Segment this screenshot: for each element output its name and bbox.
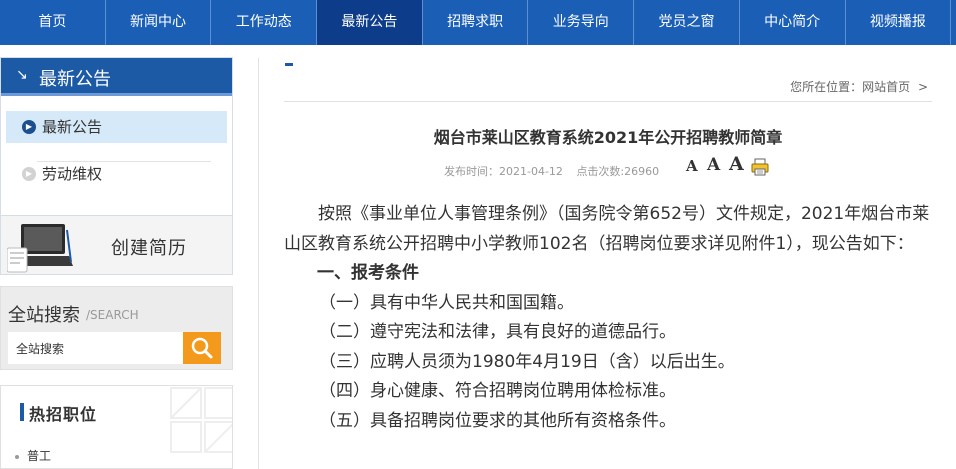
article-list-item: （二）遵守宪法和法律，具有良好的道德品行。 xyxy=(319,322,676,342)
nav-item-business-guide[interactable]: 业务导向 xyxy=(528,0,635,45)
nav-item-latest-notices[interactable]: 最新公告 xyxy=(317,0,423,45)
breadcrumb[interactable]: 您所在位置：网站首页 > xyxy=(790,78,928,95)
breadcrumb-text: 您所在位置：网站首页 xyxy=(790,80,911,94)
article-list-item: （四）身心健康、符合招聘岗位聘用体检标准。 xyxy=(319,381,676,401)
create-resume-button[interactable]: 创建简历 xyxy=(0,215,233,275)
decorative-grid-icon xyxy=(170,387,232,453)
hot-jobs-title: 热招职位 xyxy=(29,405,98,424)
hot-job-label: 普工 xyxy=(27,449,52,463)
search-input[interactable] xyxy=(8,332,183,364)
nav-item-news-center[interactable]: 新闻中心 xyxy=(106,0,212,45)
nav-item-recruitment[interactable]: 招聘求职 xyxy=(423,0,529,45)
font-size-large-button[interactable]: A xyxy=(729,153,744,175)
top-nav: 首页 新闻中心 工作动态 最新公告 招聘求职 业务导向 党员之窗 中心简介 视频… xyxy=(0,0,956,45)
article-title: 烟台市莱山区教育系统2021年公开招聘教师简章 xyxy=(433,128,783,147)
publish-time: 发布时间：2021-04-12 xyxy=(444,165,563,178)
article-meta: 发布时间：2021-04-12 点击次数:26960 xyxy=(444,163,669,179)
breadcrumb-arrow-icon: > xyxy=(917,80,928,94)
click-count: 点击次数:26960 xyxy=(576,165,660,178)
nav-item-work-updates[interactable]: 工作动态 xyxy=(211,0,318,45)
font-size-small-button[interactable]: A xyxy=(686,157,698,175)
bullet-dot-icon xyxy=(15,454,19,459)
article-list-item: （一）具有中华人民共和国国籍。 xyxy=(319,292,574,313)
arrow-down-right-icon: ↘ xyxy=(16,67,28,83)
nav-item-about[interactable]: 中心简介 xyxy=(740,0,846,45)
print-icon[interactable] xyxy=(751,158,769,176)
search-subtitle: /SEARCH xyxy=(86,308,139,322)
article-body: 按照《事业单位人事管理条例》（国务院令第652号）文件规定，2021年烟台市莱山… xyxy=(284,200,934,436)
search-title: 全站搜索 xyxy=(8,305,80,326)
sidebar-item-labor-rights[interactable]: ▶ 劳动维权 xyxy=(6,158,227,190)
nav-item-home[interactable]: 首页 xyxy=(0,0,106,45)
sidebar-item-label: 最新公告 xyxy=(42,118,103,136)
nav-item-video[interactable]: 视频播报 xyxy=(846,0,952,45)
search-button[interactable] xyxy=(183,332,221,364)
circle-arrow-icon: ▶ xyxy=(22,120,36,134)
section-marker xyxy=(20,403,24,421)
article-list-item: （五）具备招聘岗位要求的其他所有资格条件。 xyxy=(319,410,676,431)
article-section-heading: 一、报考条件 xyxy=(317,263,419,283)
font-size-medium-button[interactable]: A xyxy=(707,155,720,175)
site-search: 全站搜索 /SEARCH xyxy=(0,286,233,370)
divider xyxy=(284,101,932,102)
sidebar-item-latest-notices[interactable]: ▶ 最新公告 xyxy=(6,111,227,143)
search-icon xyxy=(191,337,213,359)
left-sidebar: ↘ 最新公告 ▶ 最新公告 ▶ 劳动维权 创建简历 全站搜索 /SEARCH 全… xyxy=(0,45,233,469)
create-resume-label: 创建简历 xyxy=(111,238,187,259)
article-paragraph: 按照《事业单位人事管理条例》（国务院令第652号）文件规定，2021年烟台市莱山… xyxy=(284,204,930,254)
hot-jobs-box: 热招职位 普工 xyxy=(0,385,233,469)
article-list-item: （三）应聘人员须为1980年4月19日（含）以后出生。 xyxy=(319,351,735,372)
hot-job-item[interactable]: 普工 xyxy=(15,447,51,464)
circle-arrow-icon: ▶ xyxy=(22,167,36,181)
category-title: 最新公告 xyxy=(39,69,111,90)
category-header: ↘ 最新公告 xyxy=(1,58,232,96)
sidebar-item-label: 劳动维权 xyxy=(42,165,103,183)
section-marker xyxy=(285,63,293,66)
nav-item-party-window[interactable]: 党员之窗 xyxy=(634,0,740,45)
laptop-icon xyxy=(7,224,73,273)
